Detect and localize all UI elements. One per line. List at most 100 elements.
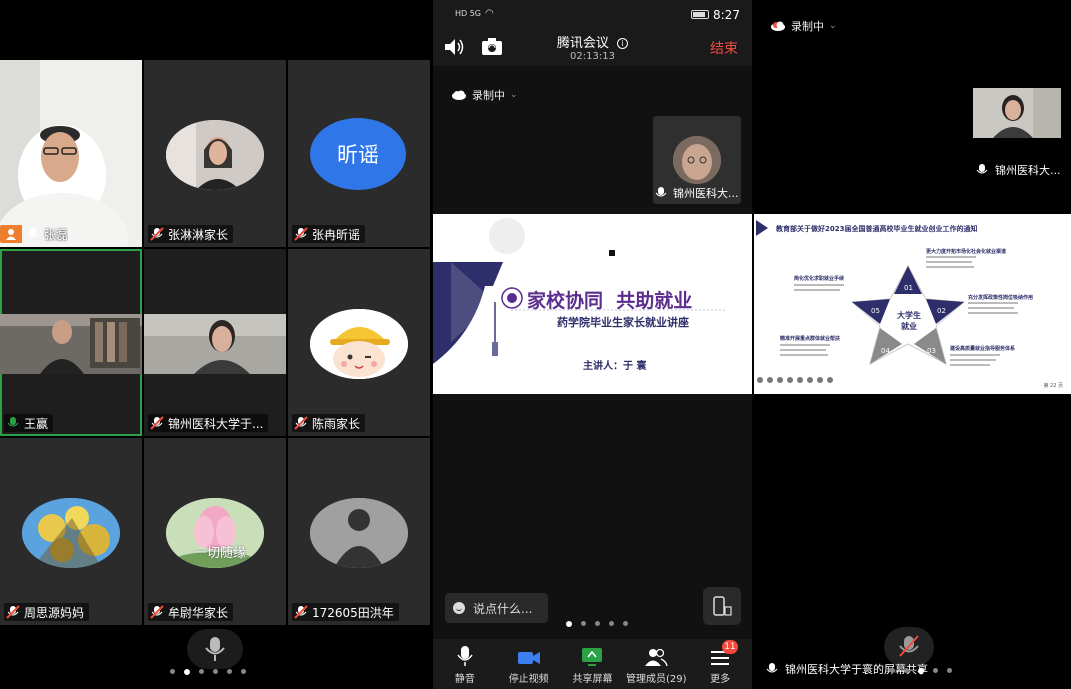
share-screen-icon bbox=[582, 648, 603, 666]
participant-name: 张磊 bbox=[44, 227, 69, 242]
participant-tile[interactable]: 张淋淋家长 bbox=[144, 60, 286, 247]
mic-icon bbox=[6, 416, 20, 430]
participant-video bbox=[0, 60, 142, 247]
meeting-header: 腾讯会议 i 02:13:13 结束 bbox=[433, 30, 752, 66]
slide-center-label: 大学生就业 bbox=[897, 311, 921, 331]
info-icon[interactable]: i bbox=[617, 38, 629, 49]
participant-name: 172605田洪年 bbox=[312, 605, 394, 620]
participant-name: 张冉昕谣 bbox=[312, 227, 361, 242]
participant-label: 陈雨家长 bbox=[292, 414, 366, 432]
participant-tile[interactable]: 一切随缘 牟尉华家长 bbox=[144, 438, 286, 625]
phone-rotate-icon bbox=[713, 596, 732, 616]
manage-members-button[interactable]: 管理成员(29) bbox=[624, 639, 688, 689]
participant-label: 周思源妈妈 bbox=[4, 603, 90, 621]
network-indicator: HD 5G bbox=[455, 9, 482, 18]
avatar-overlay-text: 一切随缘 bbox=[194, 546, 247, 561]
toolbar-label: 共享屏幕 bbox=[572, 674, 613, 685]
participant-video bbox=[973, 88, 1061, 138]
recording-indicator[interactable]: 录制中 ⌄ bbox=[451, 87, 518, 103]
mic-icon bbox=[655, 186, 669, 200]
shared-slide: 01 02 03 04 05 教育部关于做好2023届全国普通高校毕业生就业创业… bbox=[754, 214, 1071, 394]
avatar bbox=[673, 136, 721, 184]
participant-name: 周思源妈妈 bbox=[24, 605, 85, 620]
cloud-icon bbox=[452, 90, 466, 100]
slide-item: 更大力度开拓市场化社会化就业渠道 bbox=[926, 249, 1007, 255]
mic-icon bbox=[766, 662, 780, 676]
rotate-screen-button[interactable] bbox=[703, 587, 741, 625]
mic-muted-icon bbox=[150, 416, 164, 430]
self-name: 锦州医科大... bbox=[995, 164, 1061, 177]
recording-indicator[interactable]: 录制中 ⌄ bbox=[770, 18, 837, 34]
video-icon bbox=[517, 652, 540, 664]
battery-icon bbox=[691, 10, 709, 19]
participant-tile[interactable]: 172605田洪年 bbox=[288, 438, 430, 625]
participant-video bbox=[144, 314, 286, 374]
self-video-tile[interactable] bbox=[973, 88, 1061, 138]
stop-video-button[interactable]: 停止视频 bbox=[497, 639, 561, 689]
participant-label: 锦州医科大学于... bbox=[148, 414, 269, 432]
app-title: 腾讯会议 bbox=[556, 36, 609, 51]
participant-video bbox=[0, 314, 142, 374]
chat-input[interactable]: 说点什么... bbox=[445, 593, 548, 623]
avatar: 昕谣 bbox=[310, 118, 406, 190]
self-tile-label: 锦州医科大... bbox=[976, 162, 1061, 178]
slide-item: 充分发挥政策性岗位吸纳作用 bbox=[968, 295, 1034, 301]
mic-muted-icon bbox=[899, 635, 919, 657]
status-bar: HD 5G ◠ 8:27 bbox=[433, 0, 752, 30]
slide-header: 教育部关于做好2023届全国普通高校毕业生就业创业工作的通知 bbox=[776, 225, 978, 233]
self-tile-label: 锦州医科大... bbox=[655, 185, 739, 201]
meeting-view: HD 5G ◠ 8:27 腾讯会议 i 02:13:13 结束 录制中 ⌄ 锦州… bbox=[433, 0, 752, 689]
participant-label: 172605田洪年 bbox=[292, 603, 399, 621]
status-time: 8:27 bbox=[713, 8, 740, 22]
wifi-icon: ◠ bbox=[485, 8, 494, 19]
mic-button[interactable] bbox=[187, 629, 243, 669]
more-button[interactable]: 更多 11 bbox=[688, 639, 752, 689]
self-video-tile[interactable]: 锦州医科大... bbox=[653, 116, 741, 204]
page-indicator[interactable] bbox=[566, 621, 628, 627]
participant-tile[interactable]: 周思源妈妈 bbox=[0, 438, 142, 625]
mic-muted-icon bbox=[294, 416, 308, 430]
participant-name: 锦州医科大学于... bbox=[168, 416, 264, 431]
participant-label: 牟尉华家长 bbox=[148, 603, 234, 621]
participant-tile[interactable]: 昕谣 张冉昕谣 bbox=[288, 60, 430, 247]
participant-label: 张磊 bbox=[0, 225, 68, 243]
participant-tile[interactable]: 张磊 bbox=[0, 60, 142, 247]
mic-muted-icon bbox=[150, 227, 164, 241]
toolbar-label: 管理成员(29) bbox=[626, 674, 687, 685]
participant-name: 张淋淋家长 bbox=[168, 227, 229, 242]
participant-tile[interactable]: 王赢 bbox=[0, 249, 142, 436]
chat-placeholder: 说点什么... bbox=[473, 601, 533, 616]
participant-name: 陈雨家长 bbox=[312, 416, 361, 431]
page-indicator[interactable] bbox=[170, 669, 246, 675]
members-icon bbox=[645, 648, 668, 667]
participant-label: 张淋淋家长 bbox=[148, 225, 234, 243]
slide-item: 精准开展重点群体就业帮扶 bbox=[780, 336, 841, 342]
mute-button[interactable]: 静音 bbox=[433, 639, 497, 689]
slide-diagram: 01 02 03 04 05 bbox=[756, 220, 1018, 383]
shared-slide: 家校协同 共助就业 药学院毕业生家长就业讲座 主讲人：于 寰 bbox=[433, 214, 752, 394]
participant-name: 牟尉华家长 bbox=[168, 605, 229, 620]
participant-tile[interactable]: 陈雨家长 bbox=[288, 249, 430, 436]
host-icon bbox=[0, 225, 22, 243]
slide-item: 建设高质量就业指导服务体系 bbox=[950, 346, 1016, 352]
slide-title: 家校协同 共助就业 bbox=[527, 290, 693, 312]
participant-name: 王赢 bbox=[24, 416, 49, 431]
mic-icon bbox=[976, 163, 990, 177]
svg-text:05: 05 bbox=[871, 307, 880, 315]
participant-label: 张冉昕谣 bbox=[292, 225, 366, 243]
end-meeting-button[interactable]: 结束 bbox=[710, 38, 738, 58]
avatar-text: 昕谣 bbox=[337, 143, 379, 167]
page-indicator[interactable] bbox=[890, 668, 952, 674]
share-screen-button[interactable]: 共享屏幕 bbox=[561, 639, 625, 689]
chevron-down-icon: ⌄ bbox=[510, 90, 518, 100]
toolbar-label: 更多 bbox=[710, 674, 731, 685]
mic-muted-icon bbox=[150, 605, 164, 619]
participant-tile[interactable]: 锦州医科大学于... bbox=[144, 249, 286, 436]
gallery-view: 张磊 张淋淋家长 昕谣 张冉昕谣 王赢 锦州医科大学于... 陈雨家长 周思源妈… bbox=[0, 0, 431, 689]
avatar bbox=[22, 498, 120, 568]
avatar bbox=[166, 120, 264, 190]
mic-muted-icon bbox=[294, 227, 308, 241]
bottom-toolbar: 静音 停止视频 共享屏幕 管理成员(29) 更多 11 bbox=[433, 639, 752, 689]
mic-muted-icon bbox=[294, 605, 308, 619]
mic-icon bbox=[26, 227, 40, 241]
